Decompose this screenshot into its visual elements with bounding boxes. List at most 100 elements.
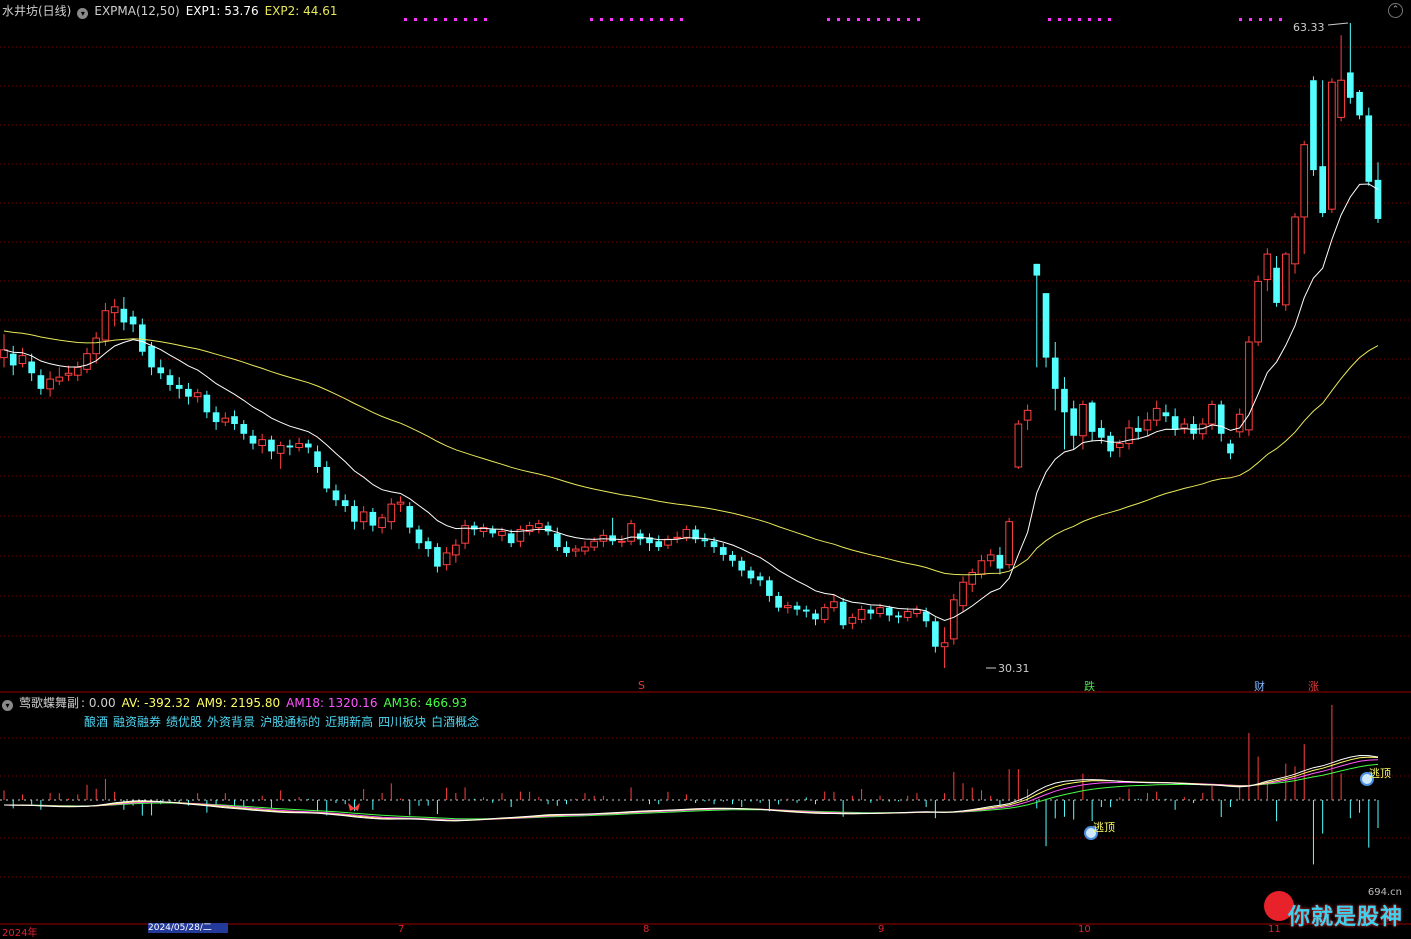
candle[interactable] bbox=[932, 621, 939, 647]
candle[interactable] bbox=[323, 466, 331, 489]
chevron-up-icon[interactable]: ⌃ bbox=[1388, 3, 1403, 18]
candle[interactable] bbox=[101, 310, 110, 341]
candle[interactable] bbox=[977, 560, 986, 575]
candle[interactable] bbox=[18, 355, 27, 364]
candle[interactable] bbox=[1347, 72, 1354, 98]
candle[interactable] bbox=[1107, 435, 1114, 452]
candle[interactable] bbox=[1023, 409, 1032, 421]
candle[interactable] bbox=[1005, 521, 1013, 566]
candle[interactable] bbox=[1070, 408, 1078, 436]
candle[interactable] bbox=[249, 435, 257, 444]
dropdown-icon[interactable]: ▾ bbox=[77, 8, 89, 19]
candle[interactable] bbox=[922, 611, 930, 622]
candle[interactable] bbox=[1152, 407, 1161, 421]
candle[interactable] bbox=[304, 443, 312, 448]
candle[interactable] bbox=[876, 607, 884, 615]
candle[interactable] bbox=[73, 366, 82, 376]
candle[interactable] bbox=[1180, 423, 1189, 429]
candle[interactable] bbox=[1300, 144, 1309, 218]
candle[interactable] bbox=[185, 388, 192, 397]
candle[interactable] bbox=[830, 601, 838, 609]
candle[interactable] bbox=[802, 609, 810, 612]
candle[interactable] bbox=[710, 541, 718, 548]
candle[interactable] bbox=[258, 439, 267, 447]
candle[interactable] bbox=[1079, 403, 1087, 437]
candle[interactable] bbox=[120, 308, 128, 323]
candle[interactable] bbox=[507, 533, 515, 544]
candle[interactable] bbox=[701, 539, 709, 542]
candle[interactable] bbox=[913, 609, 921, 615]
candle[interactable] bbox=[848, 616, 857, 624]
candle[interactable] bbox=[415, 529, 423, 544]
candle[interactable] bbox=[784, 605, 792, 609]
candle[interactable] bbox=[1374, 179, 1382, 219]
candle[interactable] bbox=[203, 394, 211, 413]
candle[interactable] bbox=[314, 451, 321, 467]
candle[interactable] bbox=[1254, 280, 1262, 343]
candle[interactable] bbox=[64, 372, 73, 376]
candle[interactable] bbox=[240, 424, 248, 434]
candle[interactable] bbox=[46, 378, 54, 390]
candle[interactable] bbox=[599, 534, 608, 542]
concept-tag[interactable]: 白酒概念 bbox=[431, 715, 479, 729]
candle[interactable] bbox=[1171, 416, 1179, 430]
stock-chart[interactable] bbox=[0, 0, 1411, 931]
candle[interactable] bbox=[175, 384, 183, 389]
candle[interactable] bbox=[1337, 79, 1345, 118]
candle[interactable] bbox=[655, 541, 663, 548]
candle[interactable] bbox=[1365, 115, 1373, 182]
candle[interactable] bbox=[1310, 80, 1317, 171]
candle[interactable] bbox=[341, 500, 349, 507]
candle[interactable] bbox=[747, 570, 755, 579]
concept-tag[interactable]: 外资背景 bbox=[207, 715, 255, 729]
event-marker-fall[interactable]: 跌 bbox=[1084, 678, 1095, 694]
candle[interactable] bbox=[903, 611, 912, 618]
candle[interactable] bbox=[729, 554, 736, 561]
candle[interactable] bbox=[636, 533, 644, 540]
candle[interactable] bbox=[1134, 427, 1142, 432]
candle[interactable] bbox=[0, 349, 8, 359]
candle[interactable] bbox=[28, 361, 35, 374]
candle[interactable] bbox=[820, 607, 829, 620]
candle[interactable] bbox=[378, 517, 386, 529]
candle[interactable] bbox=[157, 367, 165, 374]
candle[interactable] bbox=[1208, 403, 1216, 425]
candle[interactable] bbox=[1143, 419, 1152, 431]
candle[interactable] bbox=[1281, 253, 1290, 306]
candle[interactable] bbox=[1356, 91, 1363, 116]
candle[interactable] bbox=[682, 529, 691, 538]
sub-indicator-name[interactable]: 莺歌蝶舞副 bbox=[19, 696, 79, 710]
concept-tag[interactable]: 融资融券 bbox=[113, 715, 161, 729]
candle[interactable] bbox=[221, 417, 230, 423]
candle[interactable] bbox=[1245, 341, 1253, 431]
event-marker-finance[interactable]: 财 bbox=[1254, 678, 1265, 694]
candle[interactable] bbox=[1115, 443, 1124, 448]
candle[interactable] bbox=[1291, 216, 1299, 265]
candle[interactable] bbox=[1217, 404, 1225, 434]
candle[interactable] bbox=[406, 506, 414, 528]
candle[interactable] bbox=[424, 541, 432, 550]
candle[interactable] bbox=[563, 547, 570, 553]
candle[interactable] bbox=[766, 580, 773, 596]
candle[interactable] bbox=[812, 613, 819, 620]
candle[interactable] bbox=[332, 490, 340, 501]
candle[interactable] bbox=[719, 547, 727, 555]
candle[interactable] bbox=[839, 601, 847, 626]
candle[interactable] bbox=[148, 345, 155, 368]
concept-tag[interactable]: 近期新高 bbox=[325, 715, 373, 729]
candle[interactable] bbox=[581, 546, 589, 552]
candle[interactable] bbox=[369, 511, 377, 526]
candle[interactable] bbox=[940, 642, 949, 648]
candle[interactable] bbox=[276, 445, 285, 454]
candle[interactable] bbox=[166, 375, 174, 385]
concept-tag[interactable]: 四川板块 bbox=[378, 715, 426, 729]
candle[interactable] bbox=[295, 443, 303, 448]
candle[interactable] bbox=[1014, 423, 1023, 468]
candle[interactable] bbox=[470, 525, 478, 530]
candle[interactable] bbox=[434, 547, 441, 567]
candle[interactable] bbox=[55, 376, 64, 382]
candle[interactable] bbox=[571, 548, 580, 552]
candle[interactable] bbox=[212, 412, 220, 423]
candle[interactable] bbox=[627, 523, 635, 542]
candle[interactable] bbox=[110, 306, 119, 314]
